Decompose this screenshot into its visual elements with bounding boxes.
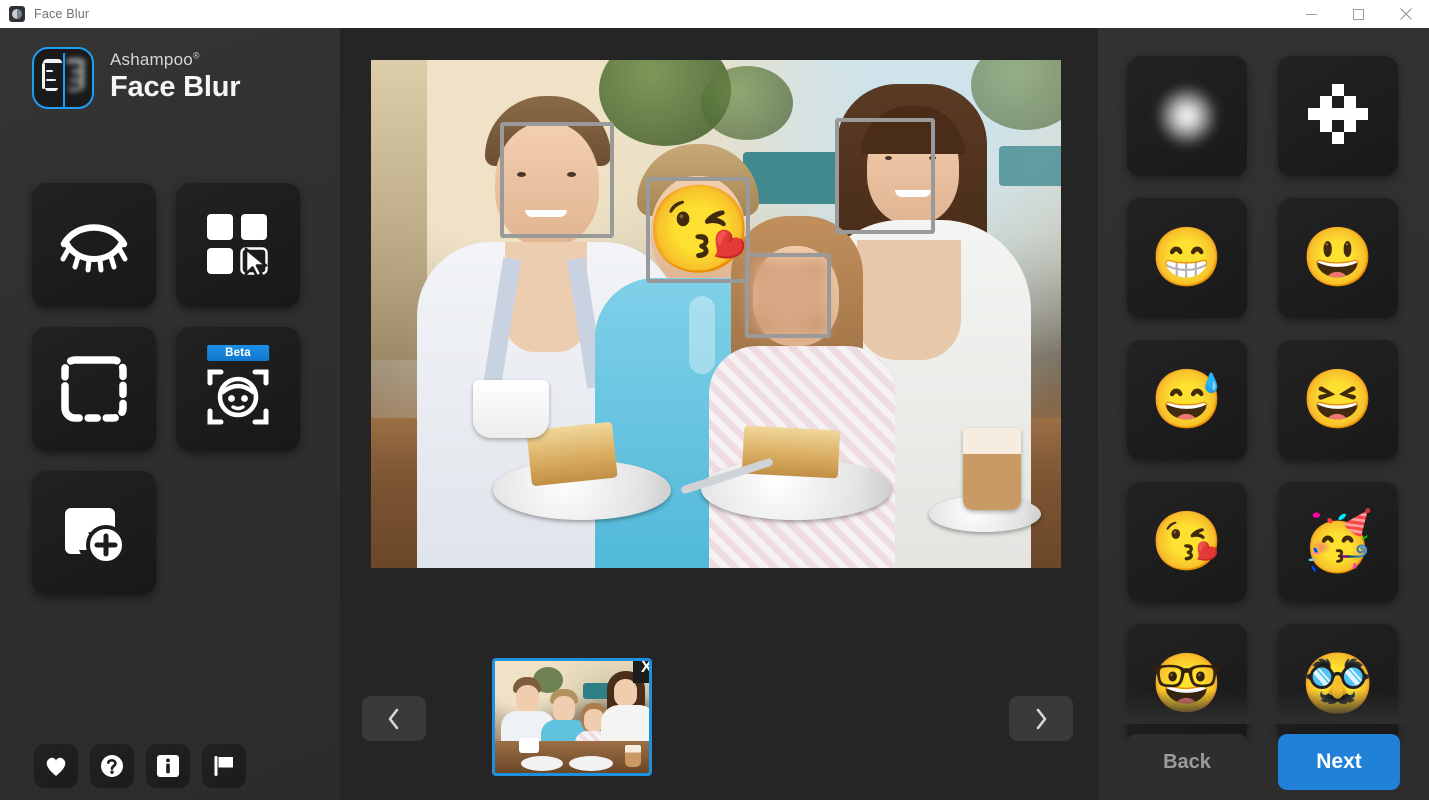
registered-mark: ®: [192, 50, 200, 61]
tree-foliage: [701, 66, 793, 140]
info-button[interactable]: [146, 744, 190, 788]
brand-text: Ashampoo® Face Blur: [110, 51, 241, 104]
closed-eye-icon: [60, 224, 128, 273]
app-shell: Ashampoo® Face Blur Beta 😘 X 😁 😃 😅 😆 😘 🥳…: [0, 28, 1429, 800]
face-detection-box[interactable]: [745, 253, 831, 338]
photo-stage[interactable]: 😘: [371, 60, 1061, 568]
question-mark-icon: [101, 755, 123, 777]
blur-icon: [1156, 85, 1218, 147]
face-scan-icon: [207, 369, 269, 425]
next-button[interactable]: Next: [1278, 734, 1400, 790]
effect-pixelate-button[interactable]: [1278, 56, 1398, 176]
info-icon: [157, 755, 179, 777]
face-blur-logo: [32, 47, 94, 109]
brand-company-label: Ashampoo: [110, 50, 193, 70]
previous-image-button[interactable]: [362, 696, 426, 741]
panel-actions: Back Next: [1127, 734, 1400, 790]
tool-add-image[interactable]: [32, 471, 156, 595]
effect-grinning-face-button[interactable]: 😁: [1127, 198, 1247, 318]
app-icon: [9, 6, 25, 22]
effect-smiling-face-button[interactable]: 😃: [1278, 198, 1398, 318]
close-button[interactable]: [1382, 0, 1429, 28]
image-add-icon: [65, 508, 126, 565]
sidebar-bottom-tools: [34, 744, 246, 788]
latte-glass: [963, 428, 1021, 510]
brand-company: Ashampoo®: [110, 51, 240, 70]
tool-freehand-select[interactable]: [32, 327, 156, 451]
effects-panel: 😁 😃 😅 😆 😘 🥳 🤓 🥸 Back Next: [1098, 28, 1429, 800]
feedback-button[interactable]: [202, 744, 246, 788]
title-bar: Face Blur: [0, 0, 1429, 28]
flag-icon: [214, 756, 233, 776]
face-detection-box[interactable]: [646, 177, 750, 283]
effect-sweat-smile-button[interactable]: 😅: [1127, 340, 1247, 460]
chevron-right-icon: [1036, 708, 1047, 729]
thumbnail-delete-button[interactable]: X: [633, 661, 649, 683]
tool-blur-eyes[interactable]: [32, 183, 156, 307]
tool-auto-detect[interactable]: Beta: [176, 327, 300, 451]
effects-grid: 😁 😃 😅 😆 😘 🥳 🤓 🥸: [1127, 56, 1398, 744]
grid-select-icon: [207, 214, 268, 278]
coffee-cup: [473, 380, 549, 438]
tool-select-areas[interactable]: [176, 183, 300, 307]
beta-badge: Beta: [207, 345, 269, 361]
back-button[interactable]: Back: [1127, 734, 1247, 790]
favorites-button[interactable]: [34, 744, 78, 788]
face-detection-box[interactable]: [500, 122, 614, 238]
effect-squinting-laugh-button[interactable]: 😆: [1278, 340, 1398, 460]
face-detection-box[interactable]: [835, 118, 935, 234]
left-sidebar: Ashampoo® Face Blur Beta: [0, 28, 340, 800]
thumbnail-item[interactable]: X: [492, 658, 652, 776]
maximize-button[interactable]: [1335, 0, 1382, 28]
effect-kiss-heart-button[interactable]: 😘: [1127, 482, 1247, 602]
window-title: Face Blur: [34, 7, 90, 21]
next-image-button[interactable]: [1009, 696, 1073, 741]
brand-header: Ashampoo® Face Blur: [0, 28, 340, 109]
pixelate-icon: [1308, 84, 1368, 144]
photo-canvas: 😘 X: [340, 28, 1098, 800]
chevron-left-icon: [388, 708, 399, 729]
effect-partying-face-button[interactable]: 🥳: [1278, 482, 1398, 602]
effect-disguised-face-button[interactable]: 🥸: [1278, 624, 1398, 744]
dashed-rectangle-icon: [61, 356, 127, 422]
heart-icon: [46, 757, 66, 776]
minimize-button[interactable]: [1288, 0, 1335, 28]
tool-grid: Beta: [32, 183, 300, 595]
filmstrip: X: [492, 658, 652, 776]
effect-blur-button[interactable]: [1127, 56, 1247, 176]
brand-product: Face Blur: [110, 71, 241, 104]
effect-nerd-face-button[interactable]: 🤓: [1127, 624, 1247, 744]
help-button[interactable]: [90, 744, 134, 788]
